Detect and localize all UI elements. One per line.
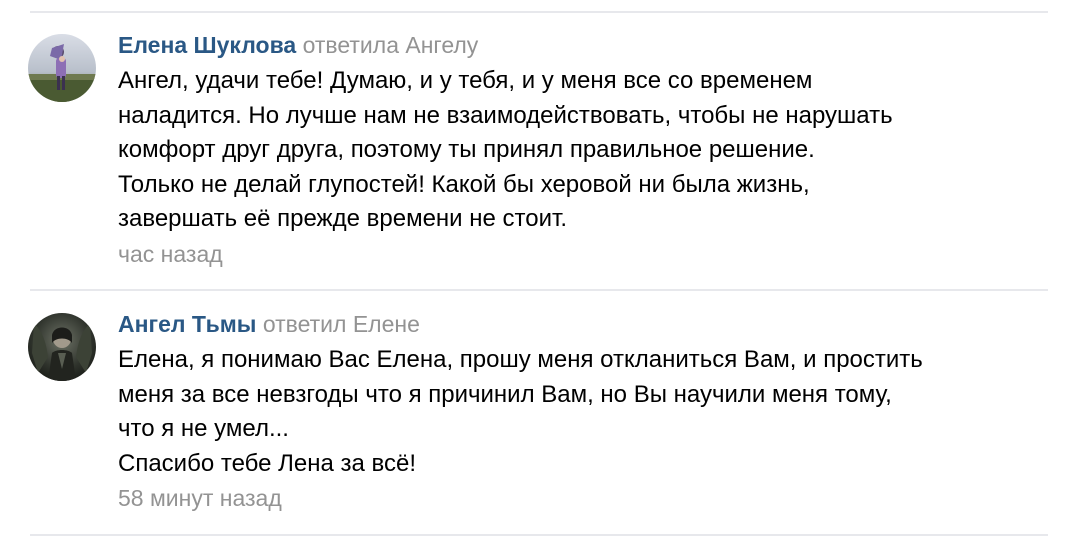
comment-header: Ангел Тьмы ответил Елене (118, 309, 1048, 339)
avatar[interactable] (28, 313, 96, 381)
comments-feed: Елена Шуклова ответила Ангелу Ангел, уда… (0, 0, 1070, 540)
avatar-photo-outdoor (28, 34, 96, 102)
comment-text-line: комфорт друг друга, поэтому ты принял пр… (118, 136, 815, 163)
reply-to-link[interactable]: ответила Ангелу (303, 32, 479, 58)
author-link[interactable]: Ангел Тьмы (118, 311, 256, 337)
comment-text-line: Спасибо тебе Лена за всё! (118, 449, 417, 477)
avatar[interactable] (28, 34, 96, 102)
author-link[interactable]: Елена Шуклова (118, 32, 296, 58)
divider-bottom (30, 534, 1048, 536)
divider-middle (30, 289, 1048, 291)
comment-text-line: Ангел, удачи тебе! Думаю, и у тебя, и у … (118, 67, 813, 94)
comment-header: Елена Шуклова ответила Ангелу (118, 30, 1048, 60)
comment-timestamp[interactable]: 58 минут назад (118, 483, 1048, 513)
comment-text: Елена, я понимаю Вас Елена, прошу меня о… (118, 343, 1048, 481)
avatar-photo-dark (28, 313, 96, 381)
divider-top (30, 11, 1048, 13)
comment-text-line: завершать её прежде времени не стоит. (118, 205, 567, 232)
comment-text-line: меня за все невзгоды что я причинил Вам,… (118, 380, 892, 408)
comment-content: Елена Шуклова ответила Ангелу Ангел, уда… (118, 30, 1048, 269)
comment-text-line: Только не делай глупостей! Какой бы херо… (118, 170, 810, 198)
comment-content: Ангел Тьмы ответил Елене Елена, я понима… (118, 309, 1048, 513)
comment-text-line: Елена, я понимаю Вас Елена, прошу меня о… (118, 346, 923, 373)
reply-to-link[interactable]: ответил Елене (263, 311, 420, 337)
comment-text: Ангел, удачи тебе! Думаю, и у тебя, и у … (118, 64, 1048, 237)
comment-text-line: наладится. Но лучше нам не взаимодейство… (118, 101, 893, 129)
comment-timestamp[interactable]: час назад (118, 239, 1048, 269)
comment-text-line: что я не умел... (118, 415, 289, 442)
